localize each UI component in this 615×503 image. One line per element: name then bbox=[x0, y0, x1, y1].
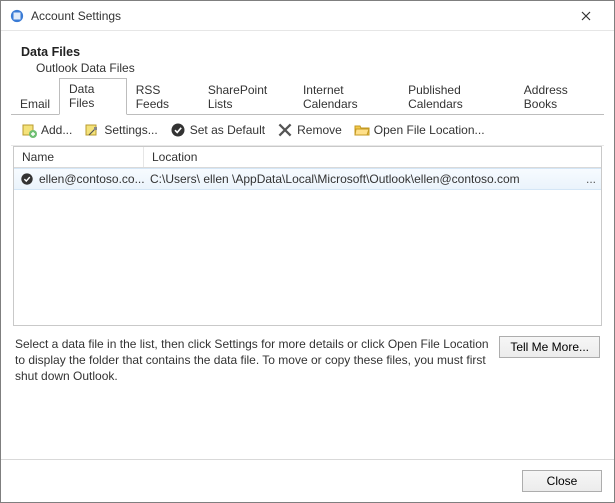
settings-icon bbox=[84, 122, 100, 138]
help-row: Select a data file in the list, then cli… bbox=[1, 326, 614, 391]
tab-data-files[interactable]: Data Files bbox=[59, 78, 127, 115]
default-badge-icon bbox=[20, 172, 34, 186]
close-icon bbox=[581, 11, 591, 21]
data-file-list: Name Location ellen@contoso.co... C:\Use… bbox=[13, 146, 602, 326]
set-default-button[interactable]: Set as Default bbox=[166, 120, 269, 140]
add-label: Add... bbox=[41, 123, 72, 137]
page-title: Data Files bbox=[21, 45, 594, 59]
title-bar: Account Settings bbox=[1, 1, 614, 31]
column-header-name[interactable]: Name bbox=[14, 147, 144, 167]
tab-published-calendars[interactable]: Published Calendars bbox=[399, 80, 515, 115]
close-button[interactable]: Close bbox=[522, 470, 602, 492]
toolbar: Add... Settings... Set as Default Remove… bbox=[11, 115, 604, 146]
add-icon bbox=[21, 122, 37, 138]
row-name-text: ellen@contoso.co... bbox=[39, 172, 144, 186]
remove-button[interactable]: Remove bbox=[273, 120, 346, 140]
check-circle-icon bbox=[170, 122, 186, 138]
tab-sharepoint-lists[interactable]: SharePoint Lists bbox=[199, 80, 294, 115]
dialog-footer: Close bbox=[1, 459, 614, 502]
column-headers: Name Location bbox=[14, 147, 601, 168]
open-file-location-label: Open File Location... bbox=[374, 123, 485, 137]
tab-rss-feeds[interactable]: RSS Feeds bbox=[127, 80, 199, 115]
help-text: Select a data file in the list, then cli… bbox=[15, 336, 489, 385]
page-subtitle: Outlook Data Files bbox=[21, 61, 594, 75]
row-location-cell: C:\Users\ ellen \AppData\Local\Microsoft… bbox=[144, 169, 581, 189]
window-close-button[interactable] bbox=[566, 2, 606, 30]
row-name-cell: ellen@contoso.co... bbox=[14, 169, 144, 189]
settings-button[interactable]: Settings... bbox=[80, 120, 161, 140]
remove-icon bbox=[277, 122, 293, 138]
add-button[interactable]: Add... bbox=[17, 120, 76, 140]
table-row[interactable]: ellen@contoso.co... C:\Users\ ellen \App… bbox=[14, 168, 601, 190]
folder-open-icon bbox=[354, 122, 370, 138]
tab-internet-calendars[interactable]: Internet Calendars bbox=[294, 80, 399, 115]
open-file-location-button[interactable]: Open File Location... bbox=[350, 120, 489, 140]
tab-email[interactable]: Email bbox=[11, 94, 59, 115]
set-default-label: Set as Default bbox=[190, 123, 265, 137]
row-overflow-indicator: ... bbox=[581, 172, 601, 186]
remove-label: Remove bbox=[297, 123, 342, 137]
column-header-location[interactable]: Location bbox=[144, 147, 601, 167]
tab-strip-container: Email Data Files RSS Feeds SharePoint Li… bbox=[1, 91, 614, 115]
window-title: Account Settings bbox=[31, 9, 566, 23]
tab-address-books[interactable]: Address Books bbox=[515, 80, 604, 115]
settings-label: Settings... bbox=[104, 123, 157, 137]
tab-strip: Email Data Files RSS Feeds SharePoint Li… bbox=[11, 91, 604, 115]
app-icon bbox=[9, 8, 25, 24]
tell-me-more-button[interactable]: Tell Me More... bbox=[499, 336, 600, 358]
